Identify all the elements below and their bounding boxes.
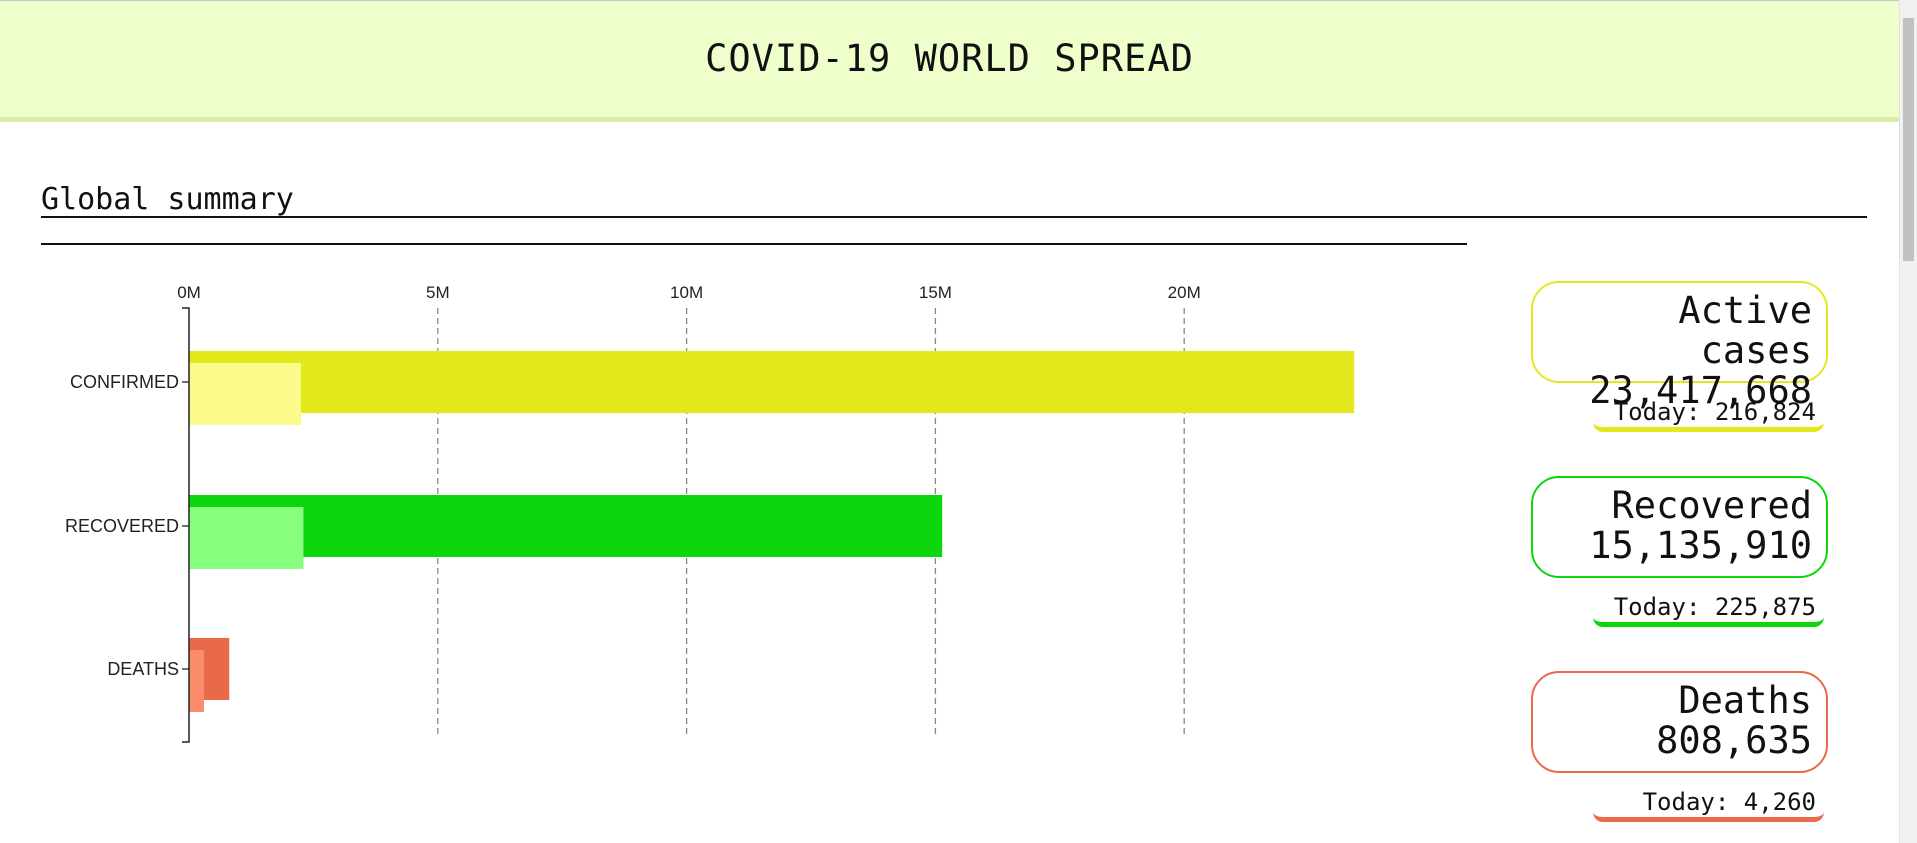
x-tick-label: 0M xyxy=(177,283,201,302)
x-tick-label: 15M xyxy=(919,283,952,302)
deaths-value: 808,635 xyxy=(1656,719,1812,762)
section-title: Global summary xyxy=(41,182,294,217)
recovered-label: Recovered xyxy=(1611,484,1812,527)
recovered-card: Recovered 15,135,910 xyxy=(1531,476,1828,578)
recovered-today-bar xyxy=(189,507,304,569)
y-tick-label: CONFIRMED xyxy=(70,372,179,392)
y-tick-label: DEATHS xyxy=(107,659,179,679)
global-summary-bar-chart: 0M 5M 10M 15M 20M CONFIRMED RECOVERED DEATHS xyxy=(65,283,1355,743)
confirmed-today-bar xyxy=(189,363,301,425)
page-title: COVID-19 WORLD SPREAD xyxy=(705,37,1194,80)
x-tick-label: 20M xyxy=(1168,283,1201,302)
x-tick-label: 10M xyxy=(670,283,703,302)
active-cases-card: Active cases 23,417,668 xyxy=(1531,281,1828,411)
deaths-card: Deaths 808,635 xyxy=(1531,671,1828,773)
x-tick-label: 5M xyxy=(426,283,450,302)
active-cases-today: Today: 216,824 xyxy=(1593,398,1824,432)
y-tick-label: RECOVERED xyxy=(65,516,179,536)
scrollbar-thumb[interactable] xyxy=(1903,18,1914,261)
section-divider xyxy=(41,216,1867,218)
deaths-label: Deaths xyxy=(1678,679,1812,722)
active-cases-label: Active cases xyxy=(1678,289,1812,372)
y-axis xyxy=(182,307,190,743)
chart-divider xyxy=(41,243,1467,245)
deaths-today: Today: 4,260 xyxy=(1593,788,1824,822)
vertical-scrollbar[interactable] xyxy=(1899,0,1917,843)
recovered-today: Today: 225,875 xyxy=(1593,593,1824,627)
deaths-today-bar xyxy=(189,650,204,712)
confirmed-total-bar xyxy=(189,351,1355,413)
recovered-value: 15,135,910 xyxy=(1589,524,1812,567)
page-header: COVID-19 WORLD SPREAD xyxy=(0,0,1899,122)
